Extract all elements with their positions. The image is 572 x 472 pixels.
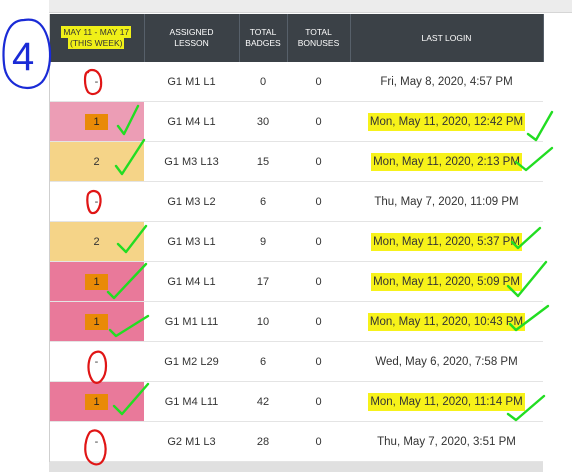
top-strip [49,0,572,13]
last-login-cell: Thu, May 7, 2020, 3:51 PM [350,421,543,462]
login-text: Wed, May 6, 2020, 7:58 PM [375,355,518,368]
badges-cell: 6 [239,341,287,382]
week-value: - [94,195,99,208]
header-text: Total [249,27,277,37]
annotation-number: 4 [12,35,34,79]
lesson-cell: G1 M1 L1 [144,62,239,102]
week-value: 1 [85,273,108,290]
login-text: Mon, May 11, 2020, 5:37 PM [371,232,522,251]
table-row: - G1 M3 L2 6 0 Thu, May 7, 2020, 11:09 P… [49,181,543,222]
week-value: - [94,75,99,88]
lesson-cell: G2 M1 L3 [144,421,239,462]
bonuses-cell: 0 [287,221,350,262]
table-row: 1 G1 M1 L11 10 0 Mon, May 11, 2020, 10:4… [49,301,543,342]
week-cell: - [49,421,144,462]
week-cell: - [49,62,144,102]
login-text: Mon, May 11, 2020, 10:43 PM [367,312,526,331]
login-text: Mon, May 11, 2020, 12:42 PM [367,112,526,131]
bonuses-cell: 0 [287,341,350,382]
table-row: 1 G1 M4 L1 17 0 Mon, May 11, 2020, 5:09 … [49,261,543,302]
badges-cell: 0 [239,62,287,102]
bonuses-cell: 0 [287,421,350,462]
login-text: Mon, May 11, 2020, 11:14 PM [368,392,525,411]
login-text: Mon, May 11, 2020, 5:09 PM [371,272,522,291]
week-column-header[interactable]: May 11 - May 17 (This Week) [49,14,145,62]
week-cell: 1 [49,261,144,302]
week-value: - [94,355,99,368]
lesson-cell: G1 M4 L11 [144,381,239,422]
bonuses-cell: 0 [287,301,350,342]
login-text: Thu, May 7, 2020, 3:51 PM [377,435,516,448]
badges-cell: 28 [239,421,287,462]
bottom-strip [49,462,543,472]
this-week-label: (This Week) [68,37,125,49]
last-login-cell: Mon, May 11, 2020, 5:09 PM [350,261,543,302]
bonuses-cell: 0 [287,181,350,222]
last-login-cell: Mon, May 11, 2020, 2:13 PM [350,141,543,182]
badges-cell: 15 [239,141,287,182]
last-login-cell: Fri, May 8, 2020, 4:57 PM [350,62,543,102]
table-row: - G1 M1 L1 0 0 Fri, May 8, 2020, 4:57 PM [49,62,543,102]
table-row: 2 G1 M3 L1 9 0 Mon, May 11, 2020, 5:37 P… [49,221,543,262]
badges-cell: 42 [239,381,287,422]
table-header-row: May 11 - May 17 (This Week) Assigned Les… [49,14,544,62]
table-row: 1 G1 M4 L11 42 0 Mon, May 11, 2020, 11:1… [49,381,543,422]
last-login-cell: Mon, May 11, 2020, 12:42 PM [350,101,543,142]
bonuses-cell: 0 [287,101,350,142]
last-login-cell: Mon, May 11, 2020, 5:37 PM [350,221,543,262]
table-row: 2 G1 M3 L13 15 0 Mon, May 11, 2020, 2:13… [49,141,543,182]
week-cell: - [49,181,144,222]
lesson-cell: G1 M3 L2 [144,181,239,222]
week-value: 2 [93,155,100,168]
header-text: Bonuses [297,38,340,48]
lesson-cell: G1 M3 L13 [144,141,239,182]
week-value: 1 [85,113,108,130]
last-login-header[interactable]: Last Login [350,14,544,62]
lesson-cell: G1 M3 L1 [144,221,239,262]
assigned-lesson-header[interactable]: Assigned Lesson [144,14,240,62]
week-value: 2 [93,235,100,248]
badges-cell: 6 [239,181,287,222]
table-row: - G1 M2 L29 6 0 Wed, May 6, 2020, 7:58 P… [49,341,543,382]
login-text: Fri, May 8, 2020, 4:57 PM [380,75,513,88]
week-value: 1 [85,313,108,330]
circled-number-annotation: 4 [2,18,52,90]
header-text: Badges [245,38,281,48]
lesson-cell: G1 M4 L1 [144,101,239,142]
header-text: Lesson [174,38,209,48]
badges-cell: 17 [239,261,287,302]
badges-cell: 9 [239,221,287,262]
week-cell: 1 [49,101,144,142]
week-cell: 1 [49,301,144,342]
table-row: 1 G1 M4 L1 30 0 Mon, May 11, 2020, 12:42… [49,101,543,142]
table-row: - G2 M1 L3 28 0 Thu, May 7, 2020, 3:51 P… [49,421,543,462]
last-login-cell: Thu, May 7, 2020, 11:09 PM [350,181,543,222]
last-login-cell: Mon, May 11, 2020, 11:14 PM [350,381,543,422]
header-text: Assigned [169,27,214,37]
last-login-cell: Wed, May 6, 2020, 7:58 PM [350,341,543,382]
total-bonuses-header[interactable]: Total Bonuses [287,14,351,62]
total-badges-header[interactable]: Total Badges [239,14,288,62]
badges-cell: 30 [239,101,287,142]
login-text: Mon, May 11, 2020, 2:13 PM [371,152,522,171]
student-progress-table: May 11 - May 17 (This Week) Assigned Les… [49,14,544,462]
table-left-border [49,14,50,462]
header-text: Total [305,27,332,37]
bonuses-cell: 0 [287,261,350,302]
badges-cell: 10 [239,301,287,342]
week-cell: 2 [49,141,144,182]
last-login-cell: Mon, May 11, 2020, 10:43 PM [350,301,543,342]
week-cell: - [49,341,144,382]
lesson-cell: G1 M4 L1 [144,261,239,302]
bonuses-cell: 0 [287,381,350,422]
login-text: Thu, May 7, 2020, 11:09 PM [374,195,519,208]
bonuses-cell: 0 [287,141,350,182]
lesson-cell: G1 M2 L29 [144,341,239,382]
bonuses-cell: 0 [287,62,350,102]
week-cell: 1 [49,381,144,422]
week-cell: 2 [49,221,144,262]
week-value: - [94,435,99,448]
week-value: 1 [85,393,108,410]
lesson-cell: G1 M1 L11 [144,301,239,342]
